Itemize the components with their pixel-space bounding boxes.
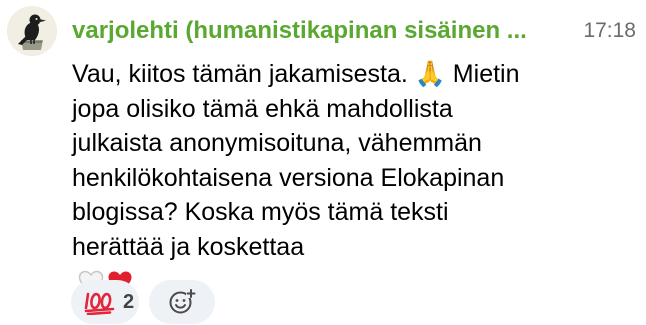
add-reaction-button[interactable] [149,280,215,324]
message-text: Vau, kiitos tämän jakamisesta. 🙏 Mietin … [72,57,522,299]
crow-avatar-icon [7,6,57,56]
message-line: blogissa? Koska myös tämä teksti [72,198,449,226]
message-line: henkilökohtaisena versiona Elokapinan [72,163,505,192]
reaction-hundred-points[interactable]: 2 [71,280,139,324]
author-name[interactable]: varjolehti (humanistikapinan sisäinen ..… [72,16,560,46]
message-line: jopa olisiko tämä ehkä mahdollista [72,94,453,123]
hundred-points-icon [84,292,115,315]
chat-message: varjolehti (humanistikapinan sisäinen ..… [0,0,646,325]
avatar[interactable] [7,6,57,56]
message-line-last: herättää ja koskettaa [72,230,522,299]
message-line: Vau, kiitos tämän jakamisesta. 🙏 Mietin [72,60,520,88]
message-line: herättää ja koskettaa [72,232,305,261]
message-line: julkaista anonymisoituna, vähemmän [72,129,482,157]
reaction-count: 2 [123,290,135,313]
hearts [78,264,522,299]
timestamp: 17:18 [583,19,636,42]
add-reaction-icon [169,289,196,314]
